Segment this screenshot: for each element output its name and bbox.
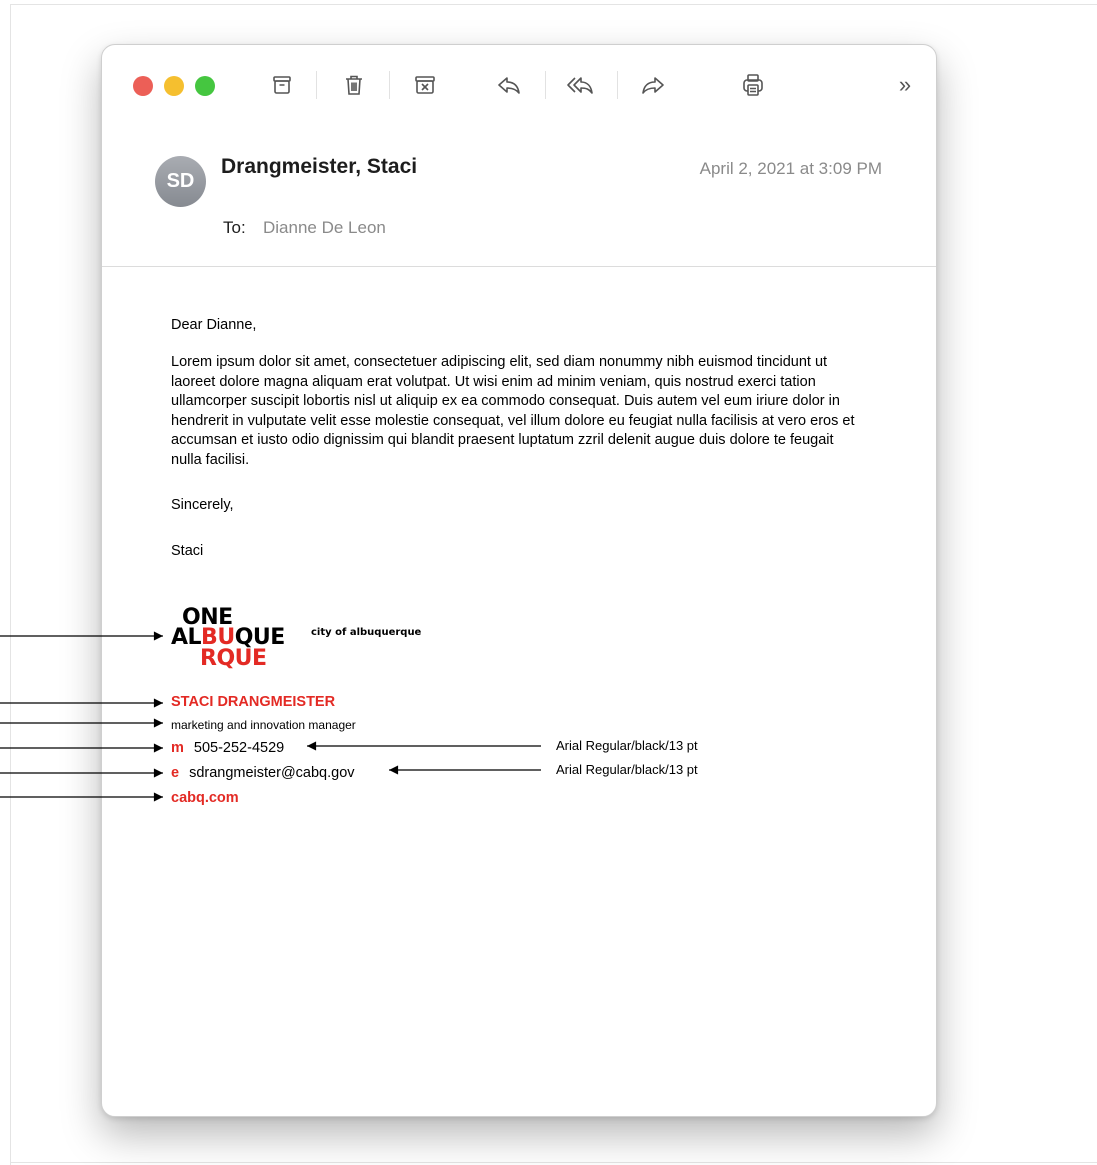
reply-icon xyxy=(498,77,520,94)
reply-button[interactable] xyxy=(491,67,527,103)
signature-name: STACI DRANGMEISTER xyxy=(171,694,336,710)
toolbar: » xyxy=(102,45,936,129)
sender-name[interactable]: Drangmeister, Staci xyxy=(221,155,417,179)
signature-website-link[interactable]: cabq.com xyxy=(171,790,239,806)
signoff: Staci xyxy=(171,543,204,559)
email-font-note: Arial Regular/black/13 pt xyxy=(556,762,698,777)
logo-line-2a: AL xyxy=(171,625,202,650)
logo-line-3: RQUE xyxy=(200,646,267,671)
email-key: e xyxy=(171,765,180,781)
signature-mobile: m 505-252-4529 xyxy=(171,740,284,756)
forward-icon xyxy=(642,77,664,94)
page-frame-top xyxy=(10,4,1097,5)
more-chevron-icon[interactable]: » xyxy=(887,67,923,103)
email-address[interactable]: sdrangmeister@cabq.gov xyxy=(189,765,354,781)
mail-window: » SD Drangmeister, Staci April 2, 2021 a… xyxy=(101,44,937,1117)
message-paragraph: Lorem ipsum dolor sit amet, consectetuer… xyxy=(171,354,855,468)
recipient-name[interactable]: Dianne De Leon xyxy=(263,218,386,238)
logo-line-2: ALBUQUE xyxy=(171,625,285,650)
closing: Sincerely, xyxy=(171,497,234,513)
archive-icon xyxy=(273,76,291,94)
signature-title: marketing and innovation manager xyxy=(171,718,356,732)
forward-button[interactable] xyxy=(635,67,671,103)
toolbar-divider xyxy=(617,71,618,99)
archive-button[interactable] xyxy=(264,67,300,103)
toolbar-divider xyxy=(316,71,317,99)
zoom-window-button[interactable] xyxy=(195,76,215,96)
trash-button[interactable] xyxy=(336,67,372,103)
one-albuquerque-logo: ONE ALBUQUE RQUE xyxy=(171,606,291,672)
junk-button[interactable] xyxy=(407,67,443,103)
reply-all-button[interactable] xyxy=(562,67,598,103)
mobile-number[interactable]: 505-252-4529 xyxy=(194,740,284,756)
greeting: Dear Dianne, xyxy=(171,317,257,333)
mobile-key: m xyxy=(171,740,184,756)
to-label: To: xyxy=(223,218,246,237)
trash-icon xyxy=(346,75,362,95)
message-header: SD Drangmeister, Staci April 2, 2021 at … xyxy=(102,129,936,267)
message-date: April 2, 2021 at 3:09 PM xyxy=(699,159,882,178)
print-button[interactable] xyxy=(735,67,771,103)
print-icon xyxy=(743,74,763,96)
page-frame-bottom xyxy=(10,1162,1097,1163)
toolbar-divider xyxy=(389,71,390,99)
page-frame-left xyxy=(10,4,11,1165)
logo-tagline: city of albuquerque xyxy=(311,627,422,638)
junk-icon xyxy=(415,76,435,94)
mobile-font-note: Arial Regular/black/13 pt xyxy=(556,738,698,753)
toolbar-divider xyxy=(545,71,546,99)
reply-all-icon xyxy=(567,77,593,94)
minimize-window-button[interactable] xyxy=(164,76,184,96)
avatar: SD xyxy=(155,156,206,207)
signature-email: e sdrangmeister@cabq.gov xyxy=(171,765,355,781)
close-window-button[interactable] xyxy=(133,76,153,96)
